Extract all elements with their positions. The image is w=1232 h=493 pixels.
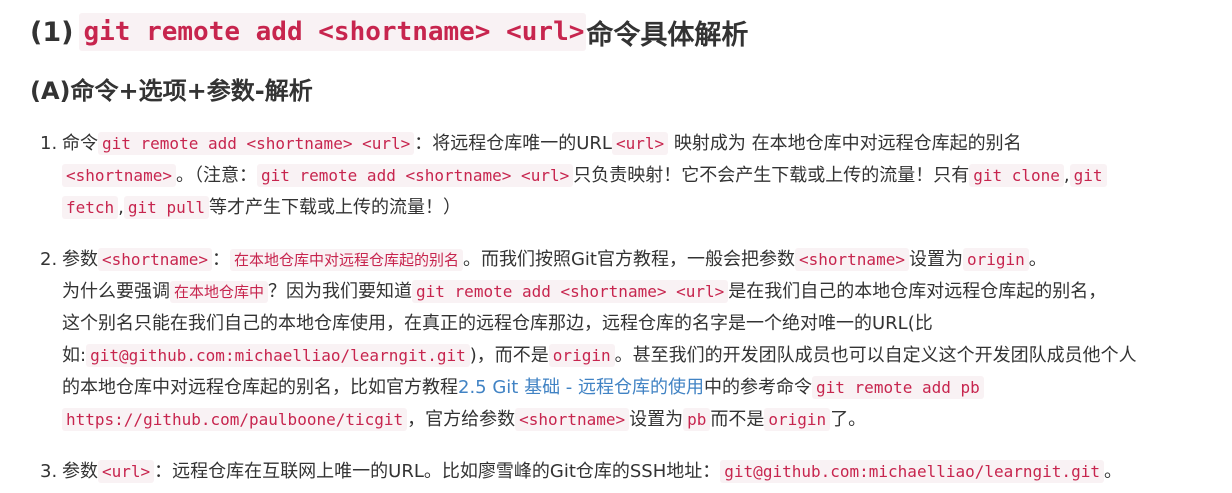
text-run: ：远程仓库在互联网上唯一的URL。比如廖雪峰的Git仓库的SSH地址： bbox=[154, 461, 721, 482]
inline-code: origin bbox=[962, 248, 1029, 271]
document-page: (1) git remote add <shortname> <url> 命令具… bbox=[0, 0, 1232, 493]
text-line: <shortname> 。（注意： git remote add <shortnam… bbox=[62, 160, 1212, 192]
text-line: https://github.com/paulboone/ticgit ，官方给参… bbox=[62, 404, 1212, 436]
text-run: ？因为我们要知道 bbox=[268, 281, 413, 302]
inline-code: git pull bbox=[123, 196, 209, 219]
inline-code: <shortname> bbox=[98, 248, 212, 271]
text-run: 。 bbox=[1028, 249, 1047, 270]
text-line: 为什么要强调 在本地仓库中 ？因为我们要知道 git remote add <shor… bbox=[62, 276, 1212, 308]
list-item-number: 1. bbox=[40, 133, 58, 154]
inline-code: git@github.com:michaelliao/learngit.git bbox=[720, 460, 1104, 483]
inline-code: git remote add <shortname> <url> bbox=[412, 280, 729, 303]
heading-prefix: (1) bbox=[30, 16, 74, 48]
inline-code: origin bbox=[548, 344, 615, 367]
text-line: fetch, git pull 等才产生下载或上传的流量！） bbox=[62, 192, 1212, 224]
inline-code: git clone bbox=[969, 164, 1064, 187]
text-run: 映射成为 在本地仓库中对远程仓库起的别名 bbox=[668, 133, 1022, 154]
text-run: 是在我们自己的本地仓库对远程仓库起的别名， bbox=[728, 281, 1107, 302]
tutorial-link[interactable]: 2.5 Git 基础 - 远程仓库的使用 bbox=[458, 377, 704, 398]
text-run: 了。 bbox=[830, 409, 867, 430]
list-item-number: 3. bbox=[40, 461, 58, 482]
text-run: 设置为 bbox=[629, 409, 684, 430]
inline-code: git remote add <shortname> <url> bbox=[256, 164, 574, 187]
text-run: 的本地仓库中对远程仓库起的别名，比如官方教程 bbox=[62, 377, 458, 398]
text-run: 而不是 bbox=[710, 409, 765, 430]
text-line: 的本地仓库中对远程仓库起的别名，比如官方教程2.5 Git 基础 - 远程仓库的… bbox=[62, 372, 1212, 404]
inline-code: <shortname> bbox=[515, 408, 630, 431]
inline-code: git remote add <shortname> <url> bbox=[98, 132, 415, 155]
inline-code: fetch bbox=[62, 196, 119, 219]
text-run: 中的参考命令 bbox=[704, 377, 813, 398]
subsection-heading: (A)命令+选项+参数-解析 bbox=[30, 76, 313, 105]
text-run: 为什么要强调 bbox=[62, 281, 170, 302]
inline-code: pb bbox=[683, 408, 711, 431]
heading-command-code: git remote add <shortname> <url> bbox=[79, 13, 587, 51]
inline-code: git remote add pb bbox=[812, 376, 984, 399]
text-line: 如: git@github.com:michaelliao/learngit.gi… bbox=[62, 340, 1212, 372]
explanation-list: 1. 命令 git remote add <shortname> <url> ：将远… bbox=[30, 128, 1232, 488]
list-item-number: 2. bbox=[40, 249, 58, 270]
inline-code: <url> bbox=[611, 132, 669, 155]
inline-code: origin bbox=[764, 408, 831, 431]
list-item: 3. 参数 <url> ：远程仓库在互联网上唯一的URL。比如廖雪峰的Git仓库的S… bbox=[30, 456, 1212, 488]
text-run: ，官方给参数 bbox=[407, 409, 516, 430]
text-run: 设置为 bbox=[908, 249, 963, 270]
text-run: 只负责映射！它不会产生下载或上传的流量！只有 bbox=[573, 165, 970, 186]
text-run: ： bbox=[211, 249, 230, 270]
text-run: )，而不是 bbox=[469, 345, 549, 366]
text-run: 参数 bbox=[62, 461, 98, 482]
highlighted-term: 在本地仓库中 bbox=[170, 281, 269, 303]
inline-code: <url> bbox=[98, 460, 155, 483]
text-run: , bbox=[1063, 165, 1070, 186]
inline-code: git@github.com:michaelliao/learngit.git bbox=[86, 344, 470, 367]
list-item: 2. 参数 <shortname>：在本地仓库中对远程仓库起的别名 。而我们按照Gi… bbox=[30, 244, 1212, 436]
text-run: 这个别名只能在我们自己的本地仓库使用，在真正的远程仓库那边，远程仓库的名字是一个… bbox=[62, 313, 933, 334]
text-line: 命令 git remote add <shortname> <url> ：将远程仓库… bbox=[62, 128, 1212, 160]
list-item: 1. 命令 git remote add <shortname> <url> ：将远… bbox=[30, 128, 1212, 224]
heading-suffix: 命令具体解析 bbox=[586, 19, 749, 51]
inline-code: https://github.com/paulboone/ticgit bbox=[62, 408, 408, 431]
text-line: 参数 <url> ：远程仓库在互联网上唯一的URL。比如廖雪峰的Git仓库的SSH地… bbox=[62, 456, 1212, 488]
inline-code: git bbox=[1069, 164, 1107, 187]
text-line: 参数 <shortname>：在本地仓库中对远程仓库起的别名 。而我们按照Git官方… bbox=[62, 244, 1212, 276]
inline-code: <shortname> bbox=[62, 164, 176, 187]
text-line: 这个别名只能在我们自己的本地仓库使用，在真正的远程仓库那边，远程仓库的名字是一个… bbox=[62, 308, 1212, 340]
highlighted-term: 在本地仓库中对远程仓库起的别名 bbox=[229, 249, 463, 271]
text-run: 如: bbox=[62, 345, 87, 366]
text-run: 等才产生下载或上传的流量！） bbox=[208, 197, 461, 218]
text-run: 参数 bbox=[62, 249, 98, 270]
text-run: 。（注意： bbox=[175, 165, 257, 186]
text-run: 命令 bbox=[62, 133, 98, 154]
text-run: ：将远程仓库唯一的URL bbox=[414, 133, 612, 154]
text-run: 。甚至我们的开发团队成员也可以自定义这个开发团队成员他个人 bbox=[614, 345, 1137, 366]
section-heading: (1) git remote add <shortname> <url> 命令具… bbox=[30, 4, 1232, 60]
inline-code: <shortname> bbox=[795, 248, 909, 271]
text-run: 。而我们按照Git官方教程，一般会把参数 bbox=[462, 249, 795, 270]
text-run: 。 bbox=[1103, 461, 1122, 482]
